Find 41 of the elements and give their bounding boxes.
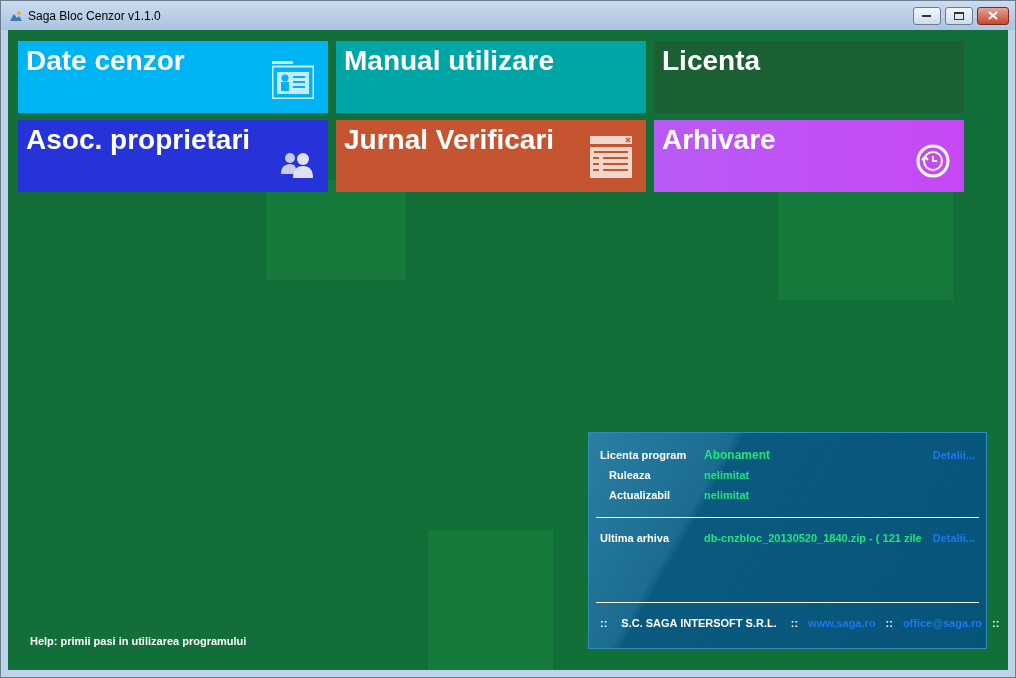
field-value: db-cnzbloc_20130520_1840.zip - ( 121 zile bbox=[704, 530, 923, 546]
company-name: S.C. SAGA INTERSOFT S.R.L. bbox=[620, 616, 778, 631]
maximize-button[interactable] bbox=[945, 6, 973, 25]
window-title: Saga Bloc Cenzor v1.1.0 bbox=[28, 7, 161, 25]
tile-label: Asoc. proprietari bbox=[26, 124, 251, 155]
field-value: nelimitat bbox=[704, 487, 751, 503]
field-label: Ruleaza bbox=[608, 467, 652, 483]
minimize-button[interactable] bbox=[913, 6, 941, 25]
tile-label: Jurnal Verificari bbox=[344, 124, 555, 155]
menu-tile[interactable]: Date cenzor bbox=[18, 41, 328, 113]
menu-tile[interactable]: Manual utilizare bbox=[336, 41, 646, 113]
separator: :: bbox=[600, 616, 608, 631]
people-icon bbox=[281, 151, 314, 178]
details-link[interactable]: Detalii... bbox=[932, 529, 975, 547]
footer-link[interactable]: office@saga.ro bbox=[902, 615, 983, 632]
tile-label: Manual utilizare bbox=[344, 45, 555, 76]
tile-label: Date cenzor bbox=[26, 45, 185, 76]
menu-tile[interactable]: Arhivare bbox=[654, 120, 964, 192]
history-clock-icon bbox=[916, 144, 950, 178]
id-card-icon bbox=[272, 61, 314, 99]
menu-tile[interactable]: Licenta bbox=[654, 41, 964, 113]
details-link[interactable]: Detalii... bbox=[932, 446, 975, 464]
field-label: Licenta program bbox=[600, 447, 688, 463]
list-window-icon bbox=[590, 136, 632, 178]
field-label: Actualizabil bbox=[608, 487, 672, 503]
field-value: Abonament bbox=[704, 447, 771, 464]
menu-tile[interactable]: Asoc. proprietari bbox=[18, 120, 328, 192]
tile-label: Arhivare bbox=[662, 124, 776, 155]
help-link[interactable]: Help: primii pasi in utilizarea programului bbox=[30, 632, 247, 649]
close-button[interactable] bbox=[977, 6, 1009, 25]
footer-link[interactable]: www.saga.ro bbox=[808, 615, 876, 632]
tile-label: Licenta bbox=[662, 45, 761, 76]
close-icon bbox=[988, 11, 998, 20]
maximize-icon bbox=[954, 11, 964, 20]
field-value: nelimitat bbox=[704, 467, 751, 483]
separator: :: bbox=[992, 616, 1000, 631]
menu-tile[interactable]: Jurnal Verificari bbox=[336, 120, 646, 192]
app-icon bbox=[9, 9, 23, 22]
field-label: Ultima arhiva bbox=[600, 530, 671, 546]
separator: :: bbox=[790, 616, 799, 631]
separator: :: bbox=[885, 616, 893, 631]
